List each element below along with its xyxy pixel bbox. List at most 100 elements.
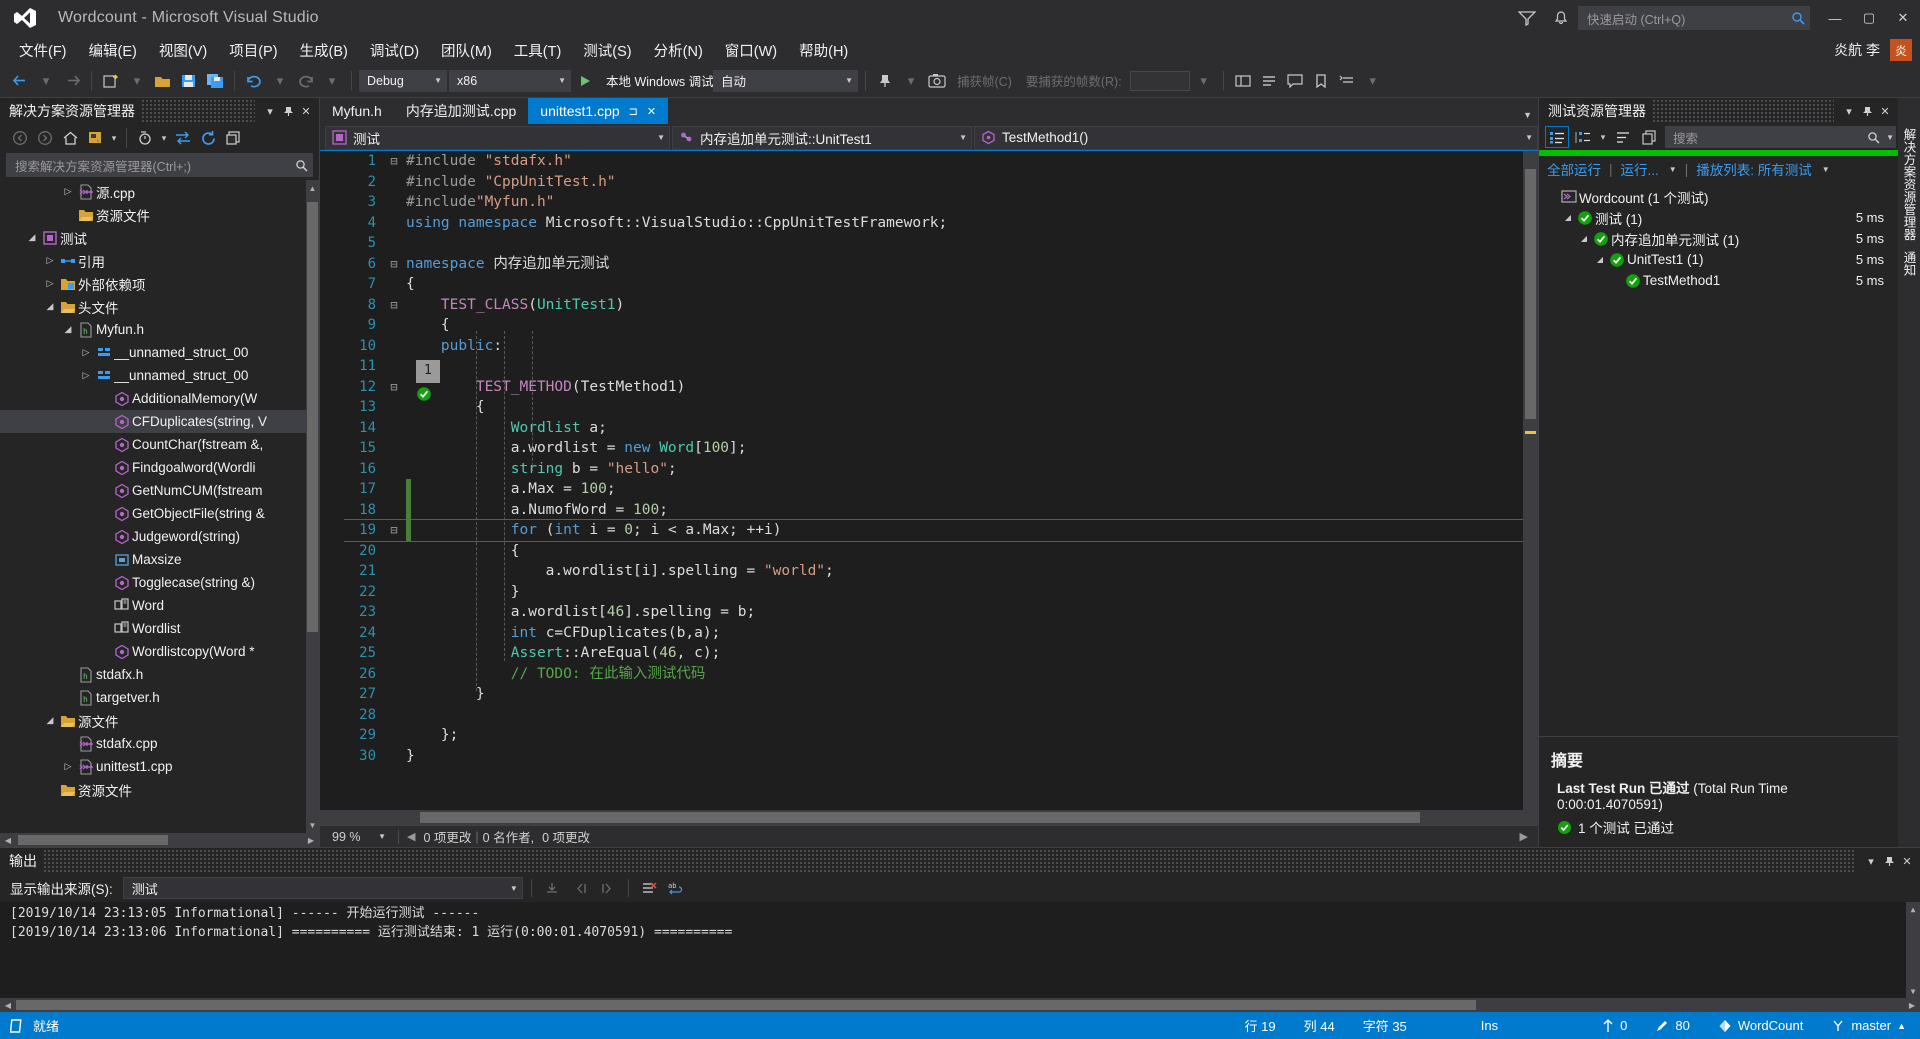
pin-dropdown-icon[interactable]: ▾ [899, 68, 923, 94]
capture-frame-label[interactable]: 捕获帧(C) [951, 71, 1018, 90]
scroll-up-arrow-icon[interactable]: ▲ [1906, 902, 1920, 916]
code-line[interactable]: 19 ⊟ for (int i = 0; i < a.Max; ++i) [344, 519, 1538, 542]
solution-tree-item[interactable]: stdafx.cpp [0, 732, 319, 755]
solution-tree-item[interactable]: Word [0, 594, 319, 617]
camera-icon[interactable] [925, 68, 949, 94]
solution-tree-item[interactable]: Maxsize [0, 548, 319, 571]
code-line[interactable]: 30} [344, 746, 1538, 767]
solution-tree-item[interactable]: 资源文件 [0, 203, 319, 226]
close-tab-icon[interactable]: ✕ [647, 105, 656, 118]
editor-vscrollbar[interactable] [1523, 151, 1538, 810]
expand-arrow-icon[interactable]: ◢ [1561, 213, 1575, 222]
nav-member-combo[interactable]: TestMethod1() ▼ [974, 125, 1538, 150]
code-line[interactable]: 10 public: [344, 336, 1538, 357]
pin-icon[interactable] [1858, 101, 1876, 121]
vtab-solution-explorer[interactable]: 解决方案资源管理器 [1900, 128, 1919, 241]
test-search-input[interactable]: 搜索 ▼ [1665, 126, 1896, 148]
test-tree-item[interactable]: TestMethod1 5 ms [1539, 270, 1898, 291]
output-hscrollbar[interactable]: ◀ ▶ [0, 998, 1920, 1012]
menu-test[interactable]: 测试(S) [572, 37, 642, 64]
open-file-icon[interactable] [151, 68, 175, 94]
solution-tree-item[interactable]: h stdafx.h [0, 663, 319, 686]
code-line[interactable]: 6 ⊟ namespace 内存追加单元测试 [344, 254, 1538, 275]
debug-target-combo[interactable]: 本地 Windows 调试器 ▼ [599, 70, 740, 92]
panel-drag-handle[interactable] [43, 848, 1856, 874]
code-line[interactable]: 23 a.wordlist[46].spelling = b; [344, 602, 1538, 623]
list-lines-icon[interactable] [1257, 68, 1281, 94]
pending-changes-icon[interactable] [83, 127, 107, 149]
expand-arrow-icon[interactable]: ▷ [78, 347, 94, 358]
editor-hscrollbar[interactable] [320, 810, 1538, 825]
codelens-reference-count[interactable]: 1 [416, 360, 440, 383]
find-prev-message-icon[interactable] [568, 877, 592, 899]
chevron-down-icon[interactable]: ▾ [1840, 101, 1858, 121]
expand-arrow-icon[interactable]: ◢ [1577, 234, 1591, 243]
solution-tree-item[interactable]: h targetver.h [0, 686, 319, 709]
fold-toggle-icon[interactable]: ⊟ [386, 520, 402, 541]
debug-auto-combo[interactable]: 自动 ▼ [713, 69, 858, 92]
new-project-icon[interactable] [99, 68, 123, 94]
editor-scroll-thumb[interactable] [1525, 169, 1536, 419]
hscroll-thumb[interactable] [18, 835, 168, 845]
vtab-notifications[interactable]: 通知 [1900, 251, 1919, 276]
code-line[interactable]: 22 } [344, 582, 1538, 603]
status-pending-edits[interactable]: 80 [1641, 1012, 1703, 1039]
solution-tree-item[interactable]: CFDuplicates(string, V [0, 410, 319, 433]
solution-tree-item[interactable]: Wordlistcopy(Word * [0, 640, 319, 663]
menu-team[interactable]: 团队(M) [430, 37, 503, 64]
code-line[interactable]: 7{ [344, 274, 1538, 295]
scroll-thumb[interactable] [307, 202, 318, 632]
chevron-down-icon[interactable]: ▾ [108, 127, 120, 149]
bookmark-icon[interactable] [1309, 68, 1333, 94]
code-line[interactable]: 28 [344, 705, 1538, 726]
nav-project-combo[interactable]: 测试 ▼ [325, 125, 670, 150]
menu-file[interactable]: 文件(F) [8, 37, 78, 64]
code-line[interactable]: 13 { [344, 397, 1538, 418]
close-icon[interactable]: ✕ [297, 101, 315, 121]
close-icon[interactable]: ✕ [1876, 101, 1894, 121]
prev-change-arrow-icon[interactable]: ◀ [407, 830, 415, 843]
solution-platform-combo[interactable]: x86 ▼ [449, 69, 571, 92]
refresh-icon[interactable] [196, 127, 220, 149]
solution-tree-item[interactable]: ▷ __unnamed_struct_00 [0, 364, 319, 387]
comment-icon[interactable] [1283, 68, 1307, 94]
code-line[interactable]: 25 Assert::AreEqual(46, c); [344, 643, 1538, 664]
solution-explorer-vscrollbar[interactable]: ▲ ▼ [306, 180, 319, 833]
clear-output-icon[interactable] [540, 877, 564, 899]
frames-dropdown-icon[interactable]: ▾ [1192, 68, 1216, 94]
code-line[interactable]: 8 ⊟ TEST_CLASS(UnitTest1) [344, 295, 1538, 316]
user-name[interactable]: 炎航 李 [1834, 40, 1880, 60]
find-next-message-icon[interactable] [596, 877, 620, 899]
code-line[interactable]: 15 a.wordlist = new Word[100]; [344, 438, 1538, 459]
menu-tools[interactable]: 工具(T) [503, 37, 573, 64]
copy-icon[interactable] [1637, 126, 1661, 148]
status-repository[interactable]: WordCount [1704, 1012, 1818, 1039]
chevron-down-icon[interactable]: ▾ [1862, 851, 1880, 871]
solution-tree-item[interactable]: GetObjectFile(string & [0, 502, 319, 525]
close-icon[interactable]: ✕ [1898, 851, 1916, 871]
code-line[interactable]: 3 #include"Myfun.h" [344, 192, 1538, 213]
group-by-icon[interactable] [1571, 126, 1595, 148]
solution-tree-item[interactable]: GetNumCUM(fstream [0, 479, 319, 502]
output-source-combo[interactable]: 测试 ▼ [122, 877, 523, 899]
start-debug-icon[interactable] [573, 68, 597, 94]
solution-config-combo[interactable]: Debug ▼ [359, 69, 447, 92]
properties-icon[interactable] [221, 127, 245, 149]
forward-icon[interactable] [33, 127, 57, 149]
scroll-down-arrow-icon[interactable]: ▼ [1906, 984, 1920, 998]
solution-tree-item[interactable]: ▷ 源.cpp [0, 180, 319, 203]
expand-arrow-icon[interactable]: ◢ [42, 301, 58, 312]
output-vscrollbar[interactable]: ▲ ▼ [1906, 902, 1920, 998]
home-icon[interactable] [58, 127, 82, 149]
forward-arrow-icon[interactable] [60, 68, 84, 94]
solution-tree-item[interactable]: Judgeword(string) [0, 525, 319, 548]
undo-icon[interactable] [242, 68, 266, 94]
code-line[interactable]: 26 // TODO: 在此输入测试代码 [344, 664, 1538, 685]
pin-tab-icon[interactable]: ⊐ [629, 105, 638, 118]
panel-drag-handle[interactable] [141, 98, 255, 124]
run-button[interactable]: 运行... [1621, 159, 1659, 179]
solution-tree-item[interactable]: ▷ unittest1.cpp [0, 755, 319, 778]
code-line[interactable]: 27 } [344, 684, 1538, 705]
undo-dropdown-icon[interactable]: ▾ [268, 68, 292, 94]
menu-view[interactable]: 视图(V) [148, 37, 218, 64]
